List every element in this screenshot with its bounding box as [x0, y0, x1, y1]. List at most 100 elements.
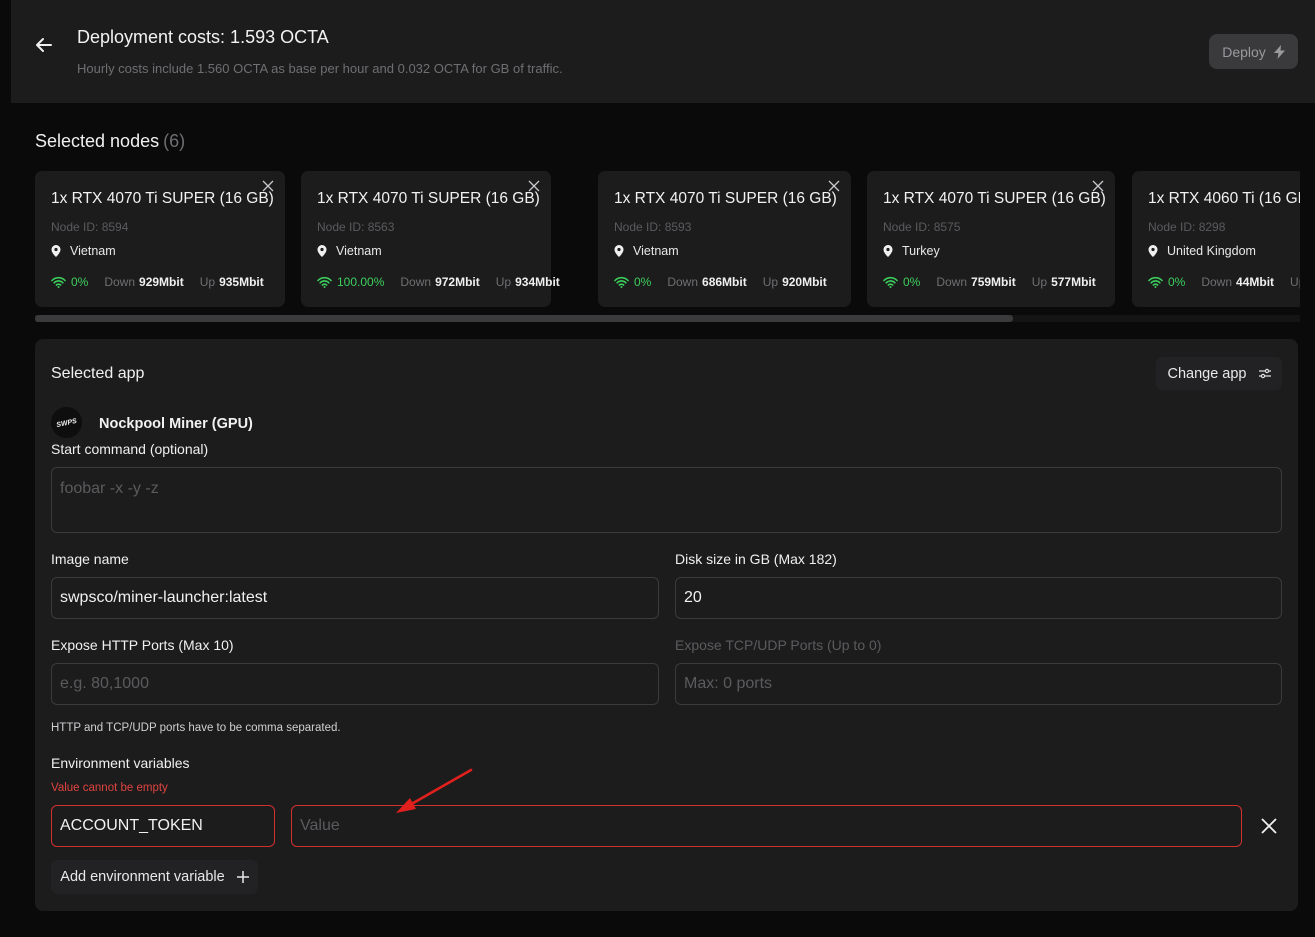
up-label: Up [199, 275, 216, 289]
node-card: 1x RTX 4070 Ti SUPER (16 GB) Node ID: 85… [598, 171, 851, 307]
scrollbar-thumb[interactable] [35, 315, 1013, 322]
node-location: Vietnam [51, 244, 116, 258]
node-stats: 0% Down 929Mbit Up 935Mbit [51, 275, 264, 289]
change-app-button[interactable]: Change app [1156, 357, 1282, 390]
tcp-ports-input [675, 663, 1282, 705]
node-location: United Kingdom [1148, 244, 1256, 258]
down-speed: 686Mbit [702, 275, 747, 289]
env-vars-label: Environment variables [51, 755, 190, 771]
node-list-scrollbar[interactable] [35, 315, 1300, 322]
up-speed: 577Mbit [1051, 275, 1096, 289]
tcp-ports-label: Expose TCP/UDP Ports (Up to 0) [675, 637, 882, 653]
selected-nodes-label: Selected nodes [35, 131, 160, 151]
node-stats: 0% Down 759Mbit Up 577Mbit [883, 275, 1096, 289]
up-label: Up [1290, 275, 1300, 289]
disk-size-input[interactable] [675, 577, 1282, 619]
location-pin-icon [51, 245, 61, 257]
app-logo: SWPS [51, 407, 82, 438]
selected-nodes-title: Selected nodes (6) [35, 131, 185, 152]
sliders-icon [1258, 368, 1271, 379]
http-ports-label: Expose HTTP Ports (Max 10) [51, 637, 234, 653]
change-app-label: Change app [1167, 365, 1247, 382]
up-speed: 920Mbit [782, 275, 827, 289]
wifi-icon [1148, 276, 1163, 288]
node-card: 1x RTX 4070 Ti SUPER (16 GB) Node ID: 85… [867, 171, 1115, 307]
swps-logo-icon: SWPS [51, 407, 82, 438]
node-uptime: 0% [71, 275, 89, 289]
add-env-variable-button[interactable]: Add environment variable [51, 860, 258, 894]
down-label: Down [936, 275, 968, 289]
node-id: Node ID: 8594 [51, 220, 129, 234]
node-location-name: Vietnam [336, 244, 382, 258]
node-stats: 0% Down 686Mbit Up 920Mbit [614, 275, 827, 289]
node-location: Vietnam [614, 244, 679, 258]
disk-size-label: Disk size in GB (Max 182) [675, 551, 837, 567]
deploy-button-label: Deploy [1222, 43, 1266, 60]
up-speed: 935Mbit [219, 275, 264, 289]
selected-app-title: Selected app [51, 365, 145, 382]
start-command-input[interactable] [51, 467, 1282, 533]
image-name-label: Image name [51, 551, 129, 567]
down-speed: 929Mbit [139, 275, 184, 289]
down-speed: 759Mbit [971, 275, 1016, 289]
ports-hint: HTTP and TCP/UDP ports have to be comma … [51, 722, 341, 734]
arrow-left-icon[interactable] [33, 34, 55, 56]
node-uptime: 0% [634, 275, 652, 289]
up-label: Up [1031, 275, 1048, 289]
node-location-name: Vietnam [633, 244, 679, 258]
node-stats: 100.00% Down 972Mbit Up 934Mbit [317, 275, 560, 289]
node-id: Node ID: 8563 [317, 220, 395, 234]
node-gpu-name: 1x RTX 4070 Ti SUPER (16 GB) [51, 190, 274, 207]
http-ports-input[interactable] [51, 663, 659, 705]
location-pin-icon [614, 245, 624, 257]
cost-breakdown: Hourly costs include 1.560 OCTA as base … [77, 61, 563, 76]
down-label: Down [104, 275, 136, 289]
location-pin-icon [1148, 245, 1158, 257]
wifi-icon [883, 276, 898, 288]
up-label: Up [762, 275, 779, 289]
node-card: 1x RTX 4070 Ti SUPER (16 GB) Node ID: 85… [35, 171, 285, 307]
down-speed: 44Mbit [1236, 275, 1275, 289]
plus-icon [236, 871, 249, 883]
close-icon[interactable] [1259, 816, 1279, 836]
down-speed: 972Mbit [435, 275, 480, 289]
node-card-list[interactable]: 1x RTX 4070 Ti SUPER (16 GB) Node ID: 85… [35, 171, 1300, 307]
up-speed: 934Mbit [515, 275, 560, 289]
node-uptime: 0% [1168, 275, 1186, 289]
add-env-variable-label: Add environment variable [60, 869, 225, 885]
selected-nodes-count: (6) [163, 131, 186, 151]
node-card: 1x RTX 4060 Ti (16 GB) Node ID: 8298 Uni… [1132, 171, 1300, 307]
node-stats: 0% Down 44Mbit Up [1148, 275, 1300, 289]
annotation-arrow-icon [396, 768, 473, 813]
lightning-icon [1273, 44, 1285, 59]
location-pin-icon [883, 245, 893, 257]
node-gpu-name: 1x RTX 4070 Ti SUPER (16 GB) [317, 190, 540, 207]
node-gpu-name: 1x RTX 4070 Ti SUPER (16 GB) [614, 190, 837, 207]
down-label: Down [667, 275, 699, 289]
node-id: Node ID: 8593 [614, 220, 692, 234]
start-command-label: Start command (optional) [51, 441, 209, 457]
up-label: Up [495, 275, 512, 289]
wifi-icon [614, 276, 629, 288]
node-location-name: United Kingdom [1167, 244, 1256, 258]
down-label: Down [400, 275, 432, 289]
node-gpu-name: 1x RTX 4070 Ti SUPER (16 GB) [883, 190, 1106, 207]
node-card: 1x RTX 4070 Ti SUPER (16 GB) Node ID: 85… [301, 171, 560, 307]
node-location: Turkey [883, 244, 940, 258]
node-location-name: Turkey [902, 244, 940, 258]
node-uptime: 0% [903, 275, 921, 289]
node-gpu-name: 1x RTX 4060 Ti (16 GB) [1148, 190, 1300, 207]
selected-app-panel: Selected app Change app SWPS Nockpool Mi… [35, 339, 1298, 911]
node-location-name: Vietnam [70, 244, 116, 258]
node-uptime: 100.00% [337, 275, 385, 289]
wifi-icon [317, 276, 332, 288]
node-id: Node ID: 8298 [1148, 220, 1226, 234]
location-pin-icon [317, 245, 327, 257]
deploy-button[interactable]: Deploy [1209, 34, 1298, 69]
deploy-header: Deployment costs: 1.593 OCTA Hourly cost… [11, 0, 1315, 103]
env-key-input[interactable] [51, 805, 275, 847]
node-id: Node ID: 8575 [883, 220, 961, 234]
image-name-input[interactable] [51, 577, 659, 619]
app-name: Nockpool Miner (GPU) [99, 416, 253, 432]
node-location: Vietnam [317, 244, 382, 258]
